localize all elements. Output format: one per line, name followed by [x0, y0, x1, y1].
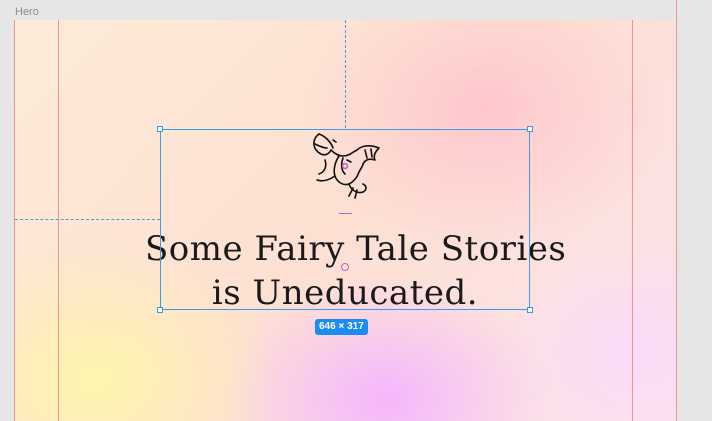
- frame-edge-left: [14, 20, 15, 421]
- frame-edge-right: [676, 0, 677, 421]
- resize-handle-top-right[interactable]: [527, 126, 533, 132]
- distance-guide-horizontal: [15, 219, 160, 220]
- layout-grid-column-left: [58, 20, 59, 421]
- dimension-badge: 646 × 317: [315, 319, 368, 335]
- rotation-handle[interactable]: [341, 263, 349, 271]
- frame-label[interactable]: Hero: [15, 5, 39, 19]
- selection-bounding-box[interactable]: [160, 129, 530, 310]
- resize-handle-top-left[interactable]: [157, 126, 163, 132]
- layout-grid-column-right: [632, 20, 633, 421]
- distance-guide-vertical: [345, 20, 346, 128]
- resize-handle-bottom-right[interactable]: [527, 307, 533, 313]
- resize-handle-bottom-left[interactable]: [157, 307, 163, 313]
- design-canvas[interactable]: Hero Some Fairy Tale Stories is Uneducat…: [0, 0, 712, 421]
